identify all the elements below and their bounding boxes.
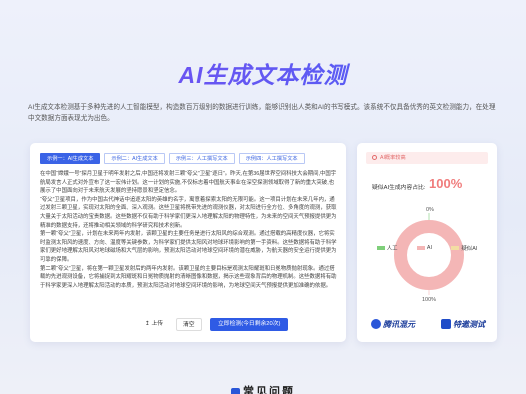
- pie-slice-1: [394, 220, 464, 290]
- page-description: AI生成文本检测基于多种先进的人工智能模型，构造数百万级别的数据进行训练，能够识…: [28, 104, 496, 122]
- probability-value: 100%: [429, 176, 463, 191]
- legend-swatch-human: [376, 246, 385, 250]
- upload-button[interactable]: ↥ 上传: [140, 318, 168, 331]
- tab-example-3[interactable]: 示例三：人工撰写文本: [168, 153, 235, 164]
- text-input-area[interactable]: 在中国“嫦娥一号”探月卫星于明年发射之后,中国还将发射三颗“夸父”卫星“逐日”。…: [40, 170, 338, 306]
- result-pie-chart: 0% 100%: [394, 207, 464, 303]
- page-title: AI生成文本检测: [0, 56, 526, 90]
- tab-example-2[interactable]: 示例二：AI生成文本: [104, 153, 165, 164]
- article-paragraph: 在中国“嫦娥一号”探月卫星于明年发射之后,中国还将发射三颗“夸父”卫星“逐日”。…: [40, 171, 337, 195]
- text-input-card: 示例一：AI生成文本 示例二：AI生成文本 示例三：人工撰写文本 示例四：人工撰…: [30, 143, 346, 342]
- article-paragraph: “夸父”卫星项目，作为中国古代神话中追逐太阳的英雄的名字，寓意着探索太阳的无限可…: [40, 196, 337, 229]
- article-paragraph: 第一颗“夸父”卫星，计划在未来两年内发射，该颗卫星的主要任务是进行太阳风的综合观…: [40, 231, 337, 263]
- legend-item-ai: AI: [416, 244, 432, 252]
- clear-button[interactable]: 清空: [176, 318, 202, 331]
- detect-button[interactable]: 立即检测(今日剩余20次): [210, 318, 289, 331]
- pie-label-bottom: 100%: [422, 297, 436, 303]
- action-bar: ↥ 上传 清空 立即检测(今日剩余20次): [30, 318, 346, 332]
- pie-legend-row: 人工 AI 疑似AI: [367, 244, 487, 252]
- faq-icon: [231, 387, 240, 394]
- faq-heading: 常见问题: [0, 383, 526, 394]
- pie-label-top: 0%: [426, 207, 434, 213]
- legend-swatch-ai: [416, 246, 425, 250]
- tab-example-4[interactable]: 示例四：人工撰写文本: [238, 153, 305, 164]
- tab-example-1[interactable]: 示例一：AI生成文本: [40, 153, 101, 164]
- invited-test-icon: [441, 319, 451, 329]
- tencent-hunyuan-logo: 腾讯混元: [371, 319, 415, 330]
- example-tabs: 示例一：AI生成文本 示例二：AI生成文本 示例三：人工撰写文本 示例四：人工撰…: [40, 153, 305, 164]
- article-paragraph: 第二颗“夸父”卫星，将在第一颗卫星发射后的两年内发射。该颗卫星的主要目标是观测太…: [40, 265, 337, 289]
- result-card: AI概率较高 疑似AI生成内容占比: 100% 0% 100% 腾讯混元 特邀测…: [357, 143, 497, 342]
- result-alert: AI概率较高: [366, 152, 488, 164]
- partner-logos: 腾讯混元 特邀测试: [371, 317, 485, 331]
- probability-label: 疑似AI生成内容占比:: [372, 185, 426, 191]
- invited-test-logo: 特邀测试: [441, 319, 485, 330]
- alert-text: AI概率较高: [380, 155, 406, 161]
- alert-icon: [372, 155, 377, 161]
- legend-item-human: 人工: [376, 244, 398, 252]
- legend-item-suspect: 疑似AI: [451, 244, 477, 252]
- tencent-hunyuan-icon: [371, 319, 381, 329]
- legend-swatch-suspect: [451, 246, 460, 250]
- text-fade: [40, 296, 338, 306]
